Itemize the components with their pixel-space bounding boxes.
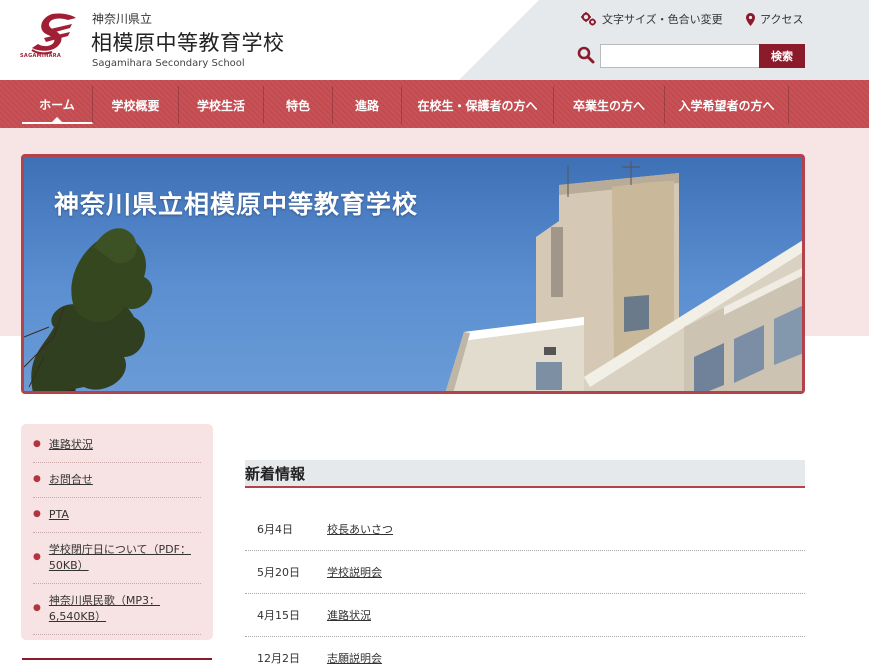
bullet-icon: ● [33, 439, 41, 449]
map-pin-icon [746, 12, 755, 26]
sidebar-item-label[interactable]: お問合せ [49, 472, 93, 488]
nav-features[interactable]: 特色 [264, 86, 333, 124]
news-date: 6月4日 [257, 523, 293, 536]
nav-school-overview[interactable]: 学校概要 [93, 86, 179, 124]
sidebar-item-pta[interactable]: ● PTA [33, 498, 201, 533]
sidebar-item-contact[interactable]: ● お問合せ [33, 463, 201, 498]
hero-banner: 神奈川県立相模原中等教育学校 [21, 154, 805, 394]
bullet-icon: ● [33, 474, 41, 484]
access-link[interactable]: アクセス [746, 11, 803, 27]
news-title-link[interactable]: 校長あいさつ [327, 521, 393, 537]
news-item: 5月20日 学校説明会 [245, 551, 805, 594]
sidebar-item-closure-days[interactable]: ● 学校閉庁日について（PDF：50KB） [33, 533, 201, 584]
bullet-icon: ● [33, 603, 41, 613]
sidebar-item-label[interactable]: 神奈川県民歌（MP3：6,540KB） [49, 593, 169, 625]
nav-career[interactable]: 進路 [333, 86, 402, 124]
text-size-label: 文字サイズ・色合い変更 [602, 13, 723, 26]
news-title-link[interactable]: 進路状況 [327, 607, 371, 623]
logo-caption: SAGAMIHARA [20, 53, 62, 59]
news-list: 6月4日 校長あいさつ 5月20日 学校説明会 4月15日 進路状況 12月2日… [245, 508, 805, 664]
hero-title: 神奈川県立相模原中等教育学校 [54, 190, 419, 219]
news-item: 6月4日 校長あいさつ [245, 508, 805, 551]
tree-illustration [24, 228, 153, 391]
school-name[interactable]: 相模原中等教育学校 [91, 27, 285, 57]
news-date: 12月2日 [257, 652, 300, 664]
news-item: 12月2日 志願説明会 [245, 637, 805, 664]
text-size-color-link[interactable]: 文字サイズ・色合い変更 [581, 11, 723, 27]
school-name-en: Sagamihara Secondary School [92, 58, 245, 69]
school-building [445, 161, 802, 391]
site-header: SAGAMIHARA 神奈川県立 相模原中等教育学校 Sagamihara Se… [0, 0, 869, 80]
nav-students-parents[interactable]: 在校生・保護者の方へ [402, 86, 554, 124]
global-nav-list: ホーム 学校概要 学校生活 特色 進路 在校生・保護者の方へ 卒業生の方へ 入学… [22, 86, 789, 124]
sidebar-item-label[interactable]: 学校閉庁日について（PDF：50KB） [49, 542, 199, 574]
nav-applicants[interactable]: 入学希望者の方へ [665, 86, 789, 124]
news-title-link[interactable]: 学校説明会 [327, 564, 382, 580]
news-date: 4月15日 [257, 609, 300, 622]
bullet-icon: ● [33, 509, 41, 519]
bullet-icon: ● [33, 552, 41, 562]
nav-school-life[interactable]: 学校生活 [179, 86, 264, 124]
news-item: 4月15日 進路状況 [245, 594, 805, 637]
nav-graduates[interactable]: 卒業生の方へ [554, 86, 665, 124]
sidebar-item-label[interactable]: PTA [49, 507, 69, 523]
news-title-link[interactable]: 志願説明会 [327, 650, 382, 664]
sidebar-menu: ● 進路状況 ● お問合せ ● PTA ● 学校閉庁日について（PDF：50KB… [21, 424, 213, 640]
sidebar-divider [22, 658, 212, 664]
prefecture-label: 神奈川県立 [92, 12, 153, 26]
news-date: 5月20日 [257, 566, 300, 579]
sidebar-item-prefecture-song[interactable]: ● 神奈川県民歌（MP3：6,540KB） [33, 584, 201, 635]
gear-icon [581, 12, 596, 26]
global-nav: ホーム 学校概要 学校生活 特色 進路 在校生・保護者の方へ 卒業生の方へ 入学… [0, 80, 869, 128]
search-input[interactable] [600, 44, 760, 68]
access-label: アクセス [760, 13, 804, 26]
news-heading: 新着情報 [245, 465, 306, 483]
news-heading-bar: 新着情報 [245, 460, 805, 488]
nav-home[interactable]: ホーム [22, 86, 93, 124]
search-icon [577, 46, 595, 64]
sidebar-item-label[interactable]: 進路状況 [49, 437, 93, 453]
search-button[interactable]: 検索 [759, 44, 805, 68]
sidebar-item-career-status[interactable]: ● 進路状況 [33, 428, 201, 463]
